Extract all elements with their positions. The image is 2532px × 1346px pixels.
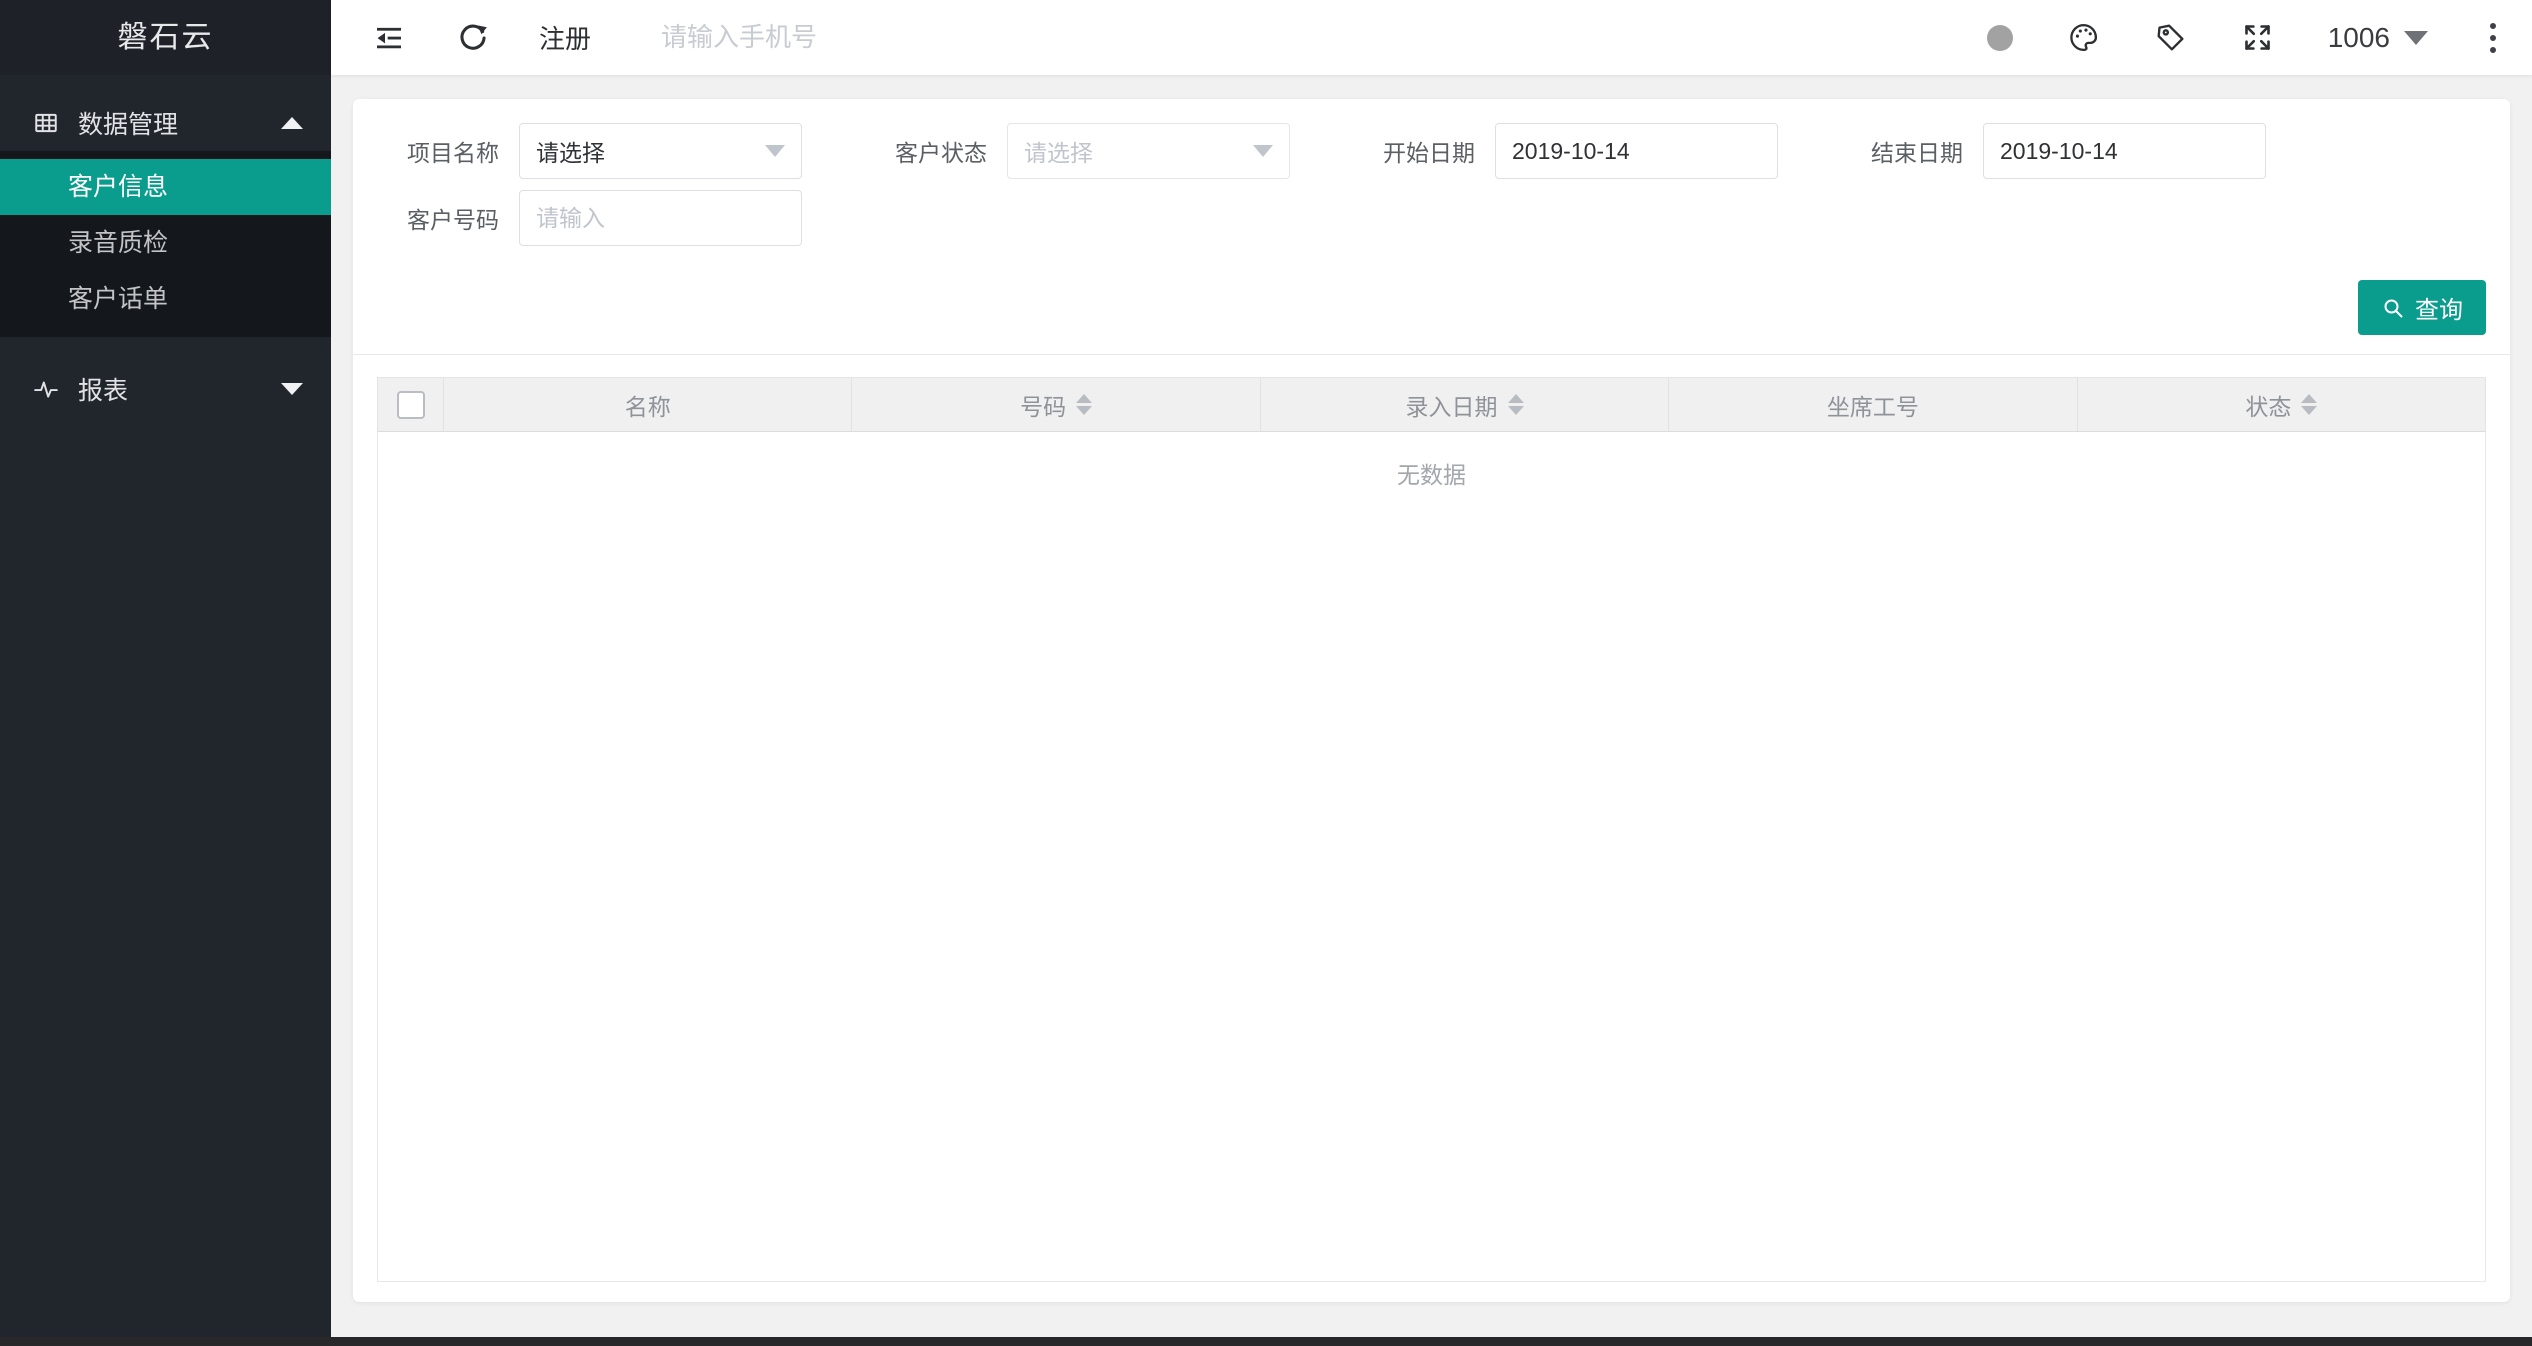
sort-icon[interactable] xyxy=(1076,394,1092,415)
register-button[interactable]: 注册 xyxy=(539,19,591,56)
sidebar-item-customer-info[interactable]: 客户信息 xyxy=(0,159,331,215)
sidebar-group-label: 报表 xyxy=(78,371,128,407)
sidebar-item-reports[interactable]: 报表 xyxy=(0,361,331,417)
customer-status-select[interactable]: 请选择 xyxy=(1007,123,1290,179)
agent-id: 1006 xyxy=(2328,22,2390,54)
search-button-label: 查询 xyxy=(2415,290,2463,325)
chevron-up-icon xyxy=(281,117,303,129)
sidebar-toggle-icon[interactable] xyxy=(373,22,405,54)
customer-number-input[interactable] xyxy=(519,190,802,246)
sidebar-item-data-management[interactable]: 数据管理 xyxy=(0,95,331,151)
content-area: 项目名称 请选择 客户状态 请选择 xyxy=(331,75,2532,1346)
sidebar-submenu: 客户信息 录音质检 客户话单 xyxy=(0,151,331,337)
chevron-down-icon xyxy=(2404,31,2428,45)
pulse-icon xyxy=(33,376,59,402)
sidebar-group-label: 数据管理 xyxy=(78,105,178,141)
grid-table-icon xyxy=(33,110,59,136)
agent-dropdown[interactable]: 1006 xyxy=(2328,22,2428,54)
search-button[interactable]: 查询 xyxy=(2358,280,2486,335)
refresh-icon[interactable] xyxy=(457,22,489,54)
sidebar-item-call-records[interactable]: 客户话单 xyxy=(0,271,331,327)
table-header: 名称 号码 录入日期 坐席工号 xyxy=(377,377,2486,432)
sort-icon[interactable] xyxy=(2301,394,2317,415)
more-menu-icon[interactable] xyxy=(2482,19,2504,57)
column-header-agent-id[interactable]: 坐席工号 xyxy=(1669,378,2077,431)
fullscreen-icon[interactable] xyxy=(2241,21,2274,54)
sidebar-item-recording-qc[interactable]: 录音质检 xyxy=(0,215,331,271)
theme-palette-icon[interactable] xyxy=(2067,21,2100,54)
tag-icon[interactable] xyxy=(2154,21,2187,54)
start-date-label: 开始日期 xyxy=(1353,134,1495,168)
table-body: 无数据 xyxy=(377,432,2486,1282)
project-name-label: 项目名称 xyxy=(377,134,519,168)
column-header-name[interactable]: 名称 xyxy=(444,378,852,431)
chevron-down-icon xyxy=(281,383,303,395)
column-header-status[interactable]: 状态 xyxy=(2078,378,2485,431)
app-root: 磐石云 数据管理 客户信息 录音质检 客户话单 xyxy=(0,0,2532,1346)
sidebar: 磐石云 数据管理 客户信息 录音质检 客户话单 xyxy=(0,0,331,1346)
customer-status-label: 客户状态 xyxy=(865,134,1007,168)
select-all-checkbox[interactable] xyxy=(397,391,425,419)
bottom-edge-bar xyxy=(0,1337,2532,1346)
toolbar-right-icons: 1006 xyxy=(1987,19,2504,57)
empty-state-text: 无数据 xyxy=(1397,456,1466,1281)
end-date-input[interactable] xyxy=(1983,123,2266,179)
column-header-number[interactable]: 号码 xyxy=(852,378,1260,431)
app-logo: 磐石云 xyxy=(0,0,331,75)
phone-number-input[interactable] xyxy=(661,22,1081,53)
status-dot-icon[interactable] xyxy=(1987,25,2013,51)
main-area: 注册 xyxy=(331,0,2532,1346)
end-date-label: 结束日期 xyxy=(1841,134,1983,168)
start-date-input[interactable] xyxy=(1495,123,1778,179)
main-card: 项目名称 请选择 客户状态 请选择 xyxy=(353,99,2510,1302)
project-select[interactable]: 请选择 xyxy=(519,123,802,179)
column-header-entry-date[interactable]: 录入日期 xyxy=(1261,378,1669,431)
sort-icon[interactable] xyxy=(1508,394,1524,415)
table-section: 名称 号码 录入日期 坐席工号 xyxy=(353,355,2510,1302)
customer-number-label: 客户号码 xyxy=(377,201,519,235)
search-icon xyxy=(2381,296,2405,320)
top-toolbar: 注册 xyxy=(331,0,2532,75)
filter-form: 项目名称 请选择 客户状态 请选择 xyxy=(353,99,2510,354)
chevron-down-icon xyxy=(1253,145,1273,157)
chevron-down-icon xyxy=(765,145,785,157)
